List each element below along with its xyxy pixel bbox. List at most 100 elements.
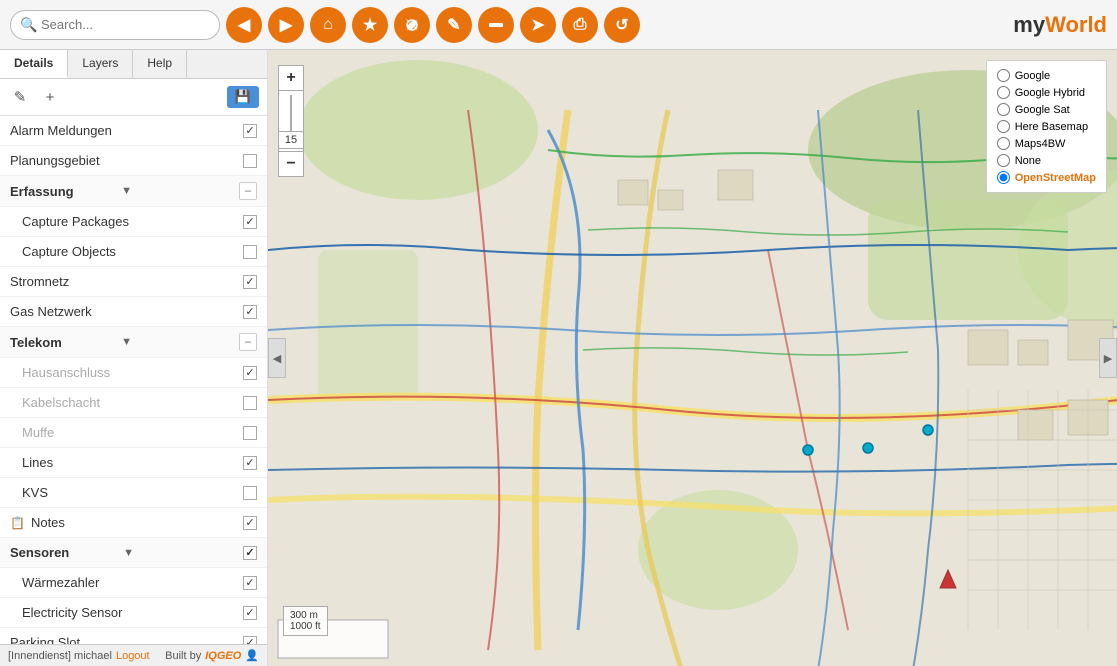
basemap-google-hybrid[interactable]: Google Hybrid [997,84,1096,101]
layer-item-warmezahler[interactable]: Wärmezahler [0,568,267,598]
zoom-in-button[interactable]: + [278,65,304,91]
sidebar: Details Layers Help ✎ + 💾 Alarm Meldunge… [0,50,268,666]
statusbar-user: [Innendienst] michael [8,650,112,662]
tab-help[interactable]: Help [133,50,187,78]
basemap-here-radio[interactable] [997,120,1010,133]
checkbox-notes[interactable] [243,516,257,530]
layer-label-parking-slot: Parking Slot [10,635,243,644]
measure-button[interactable] [478,7,514,43]
statusbar: [Innendienst] michael Logout Built by IQ… [0,644,267,666]
basemap-osm-radio[interactable] [997,171,1010,184]
layer-item-kvs[interactable]: KVS [0,478,267,508]
basemap-google-sat[interactable]: Google Sat [997,101,1096,118]
checkbox-muffe[interactable] [243,426,257,440]
link-button[interactable] [394,7,430,43]
edit-button[interactable]: ✎ [436,7,472,43]
layer-item-capture-objects[interactable]: Capture Objects [0,237,267,267]
main-layout: Details Layers Help ✎ + 💾 Alarm Meldunge… [0,50,1117,666]
layer-label-kvs: KVS [22,485,243,500]
layer-item-gas-netzwerk[interactable]: Gas Netzwerk [0,297,267,327]
layer-item-parking-slot[interactable]: Parking Slot [0,628,267,644]
print-button[interactable]: ⎙ [562,7,598,43]
checkbox-hausanschluss[interactable] [243,366,257,380]
checkbox-gas-netzwerk[interactable] [243,305,257,319]
layer-item-erfassung[interactable]: Erfassung ▼ − [0,176,267,207]
layer-item-kabelschacht[interactable]: Kabelschacht [0,388,267,418]
tab-layers[interactable]: Layers [68,50,133,78]
built-by-text: Built by [165,650,201,662]
basemap-google-radio[interactable] [997,69,1010,82]
main-toolbar: 🔍 ◀ ▶ ⌂ ★ ✎ ➤ ⎙ ↺ myWorld [0,0,1117,50]
save-layers-button[interactable]: 💾 [227,86,259,108]
checkbox-kvs[interactable] [243,486,257,500]
checkbox-electricity-sensor[interactable] [243,606,257,620]
refresh-button[interactable]: ↺ [604,7,640,43]
basemap-maps4bw-label: Maps4BW [1015,138,1066,150]
navigate-button[interactable]: ➤ [520,7,556,43]
checkbox-stromnetz[interactable] [243,275,257,289]
edit-layer-button[interactable]: ✎ [8,85,32,109]
basemap-google-hybrid-radio[interactable] [997,86,1010,99]
telekom-collapse-button[interactable]: − [239,333,257,351]
basemap-google-sat-label: Google Sat [1015,104,1070,116]
checkbox-lines[interactable] [243,456,257,470]
basemap-maps4bw[interactable]: Maps4BW [997,135,1096,152]
checkbox-warmezahler[interactable] [243,576,257,590]
basemap-osm[interactable]: OpenStreetMap [997,169,1096,186]
checkbox-sensoren[interactable] [243,546,257,560]
zoom-controls: + 15 − [278,65,304,177]
logout-link[interactable]: Logout [116,650,150,662]
forward-button[interactable]: ▶ [268,7,304,43]
search-input[interactable] [10,10,220,40]
layer-label-erfassung: Erfassung [10,184,117,199]
sidebar-tabs: Details Layers Help [0,50,267,79]
basemap-google[interactable]: Google [997,67,1096,84]
layer-label-planungsgebiet: Planungsgebiet [10,153,243,168]
basemap-maps4bw-radio[interactable] [997,137,1010,150]
basemap-osm-label: OpenStreetMap [1015,172,1096,184]
layer-item-notes[interactable]: 📋 Notes [0,508,267,538]
statusbar-right: Built by IQGEO 👤 [165,649,259,662]
layer-item-telekom[interactable]: Telekom ▼ − [0,327,267,358]
layer-item-planungsgebiet[interactable]: Planungsgebiet [0,146,267,176]
collapse-sidebar-button[interactable]: ◀ [268,338,286,378]
layer-label-muffe: Muffe [22,425,243,440]
basemap-none[interactable]: None [997,152,1096,169]
add-layer-button[interactable]: + [38,85,62,109]
layer-label-gas-netzwerk: Gas Netzwerk [10,304,243,319]
telekom-expand-icon: ▼ [121,336,132,348]
layer-label-alarm: Alarm Meldungen [10,123,243,138]
tab-details[interactable]: Details [0,50,68,78]
zoom-out-button[interactable]: − [278,151,304,177]
checkbox-planungsgebiet[interactable] [243,154,257,168]
layer-item-electricity-sensor[interactable]: Electricity Sensor [0,598,267,628]
erfassung-collapse-button[interactable]: − [239,182,257,200]
map-container[interactable]: + 15 − ◀ ▶ Google Google Hybrid [268,50,1117,666]
layer-label-hausanschluss: Hausanschluss [22,365,243,380]
layer-item-lines[interactable]: Lines [0,448,267,478]
basemap-here[interactable]: Here Basemap [997,118,1096,135]
layer-label-capture-packages: Capture Packages [22,214,243,229]
layer-item-alarm[interactable]: Alarm Meldungen [0,116,267,146]
checkbox-parking-slot[interactable] [243,636,257,645]
favorites-button[interactable]: ★ [352,7,388,43]
checkbox-alarm[interactable] [243,124,257,138]
home-button[interactable]: ⌂ [310,7,346,43]
checkbox-capture-objects[interactable] [243,245,257,259]
checkbox-kabelschacht[interactable] [243,396,257,410]
basemap-none-radio[interactable] [997,154,1010,167]
user-avatar-icon: 👤 [245,649,259,662]
layer-list: Alarm Meldungen Planungsgebiet Erfassung… [0,116,267,644]
basemap-google-sat-radio[interactable] [997,103,1010,116]
layer-label-warmezahler: Wärmezahler [22,575,243,590]
layer-label-lines: Lines [22,455,243,470]
back-button[interactable]: ◀ [226,7,262,43]
collapse-panel-right-button[interactable]: ▶ [1099,338,1117,378]
scale-line2: 1000 ft [290,621,321,632]
layer-item-sensoren[interactable]: Sensoren ▼ [0,538,267,568]
layer-item-capture-packages[interactable]: Capture Packages [0,207,267,237]
layer-item-hausanschluss[interactable]: Hausanschluss [0,358,267,388]
layer-item-muffe[interactable]: Muffe [0,418,267,448]
layer-item-stromnetz[interactable]: Stromnetz [0,267,267,297]
checkbox-capture-packages[interactable] [243,215,257,229]
